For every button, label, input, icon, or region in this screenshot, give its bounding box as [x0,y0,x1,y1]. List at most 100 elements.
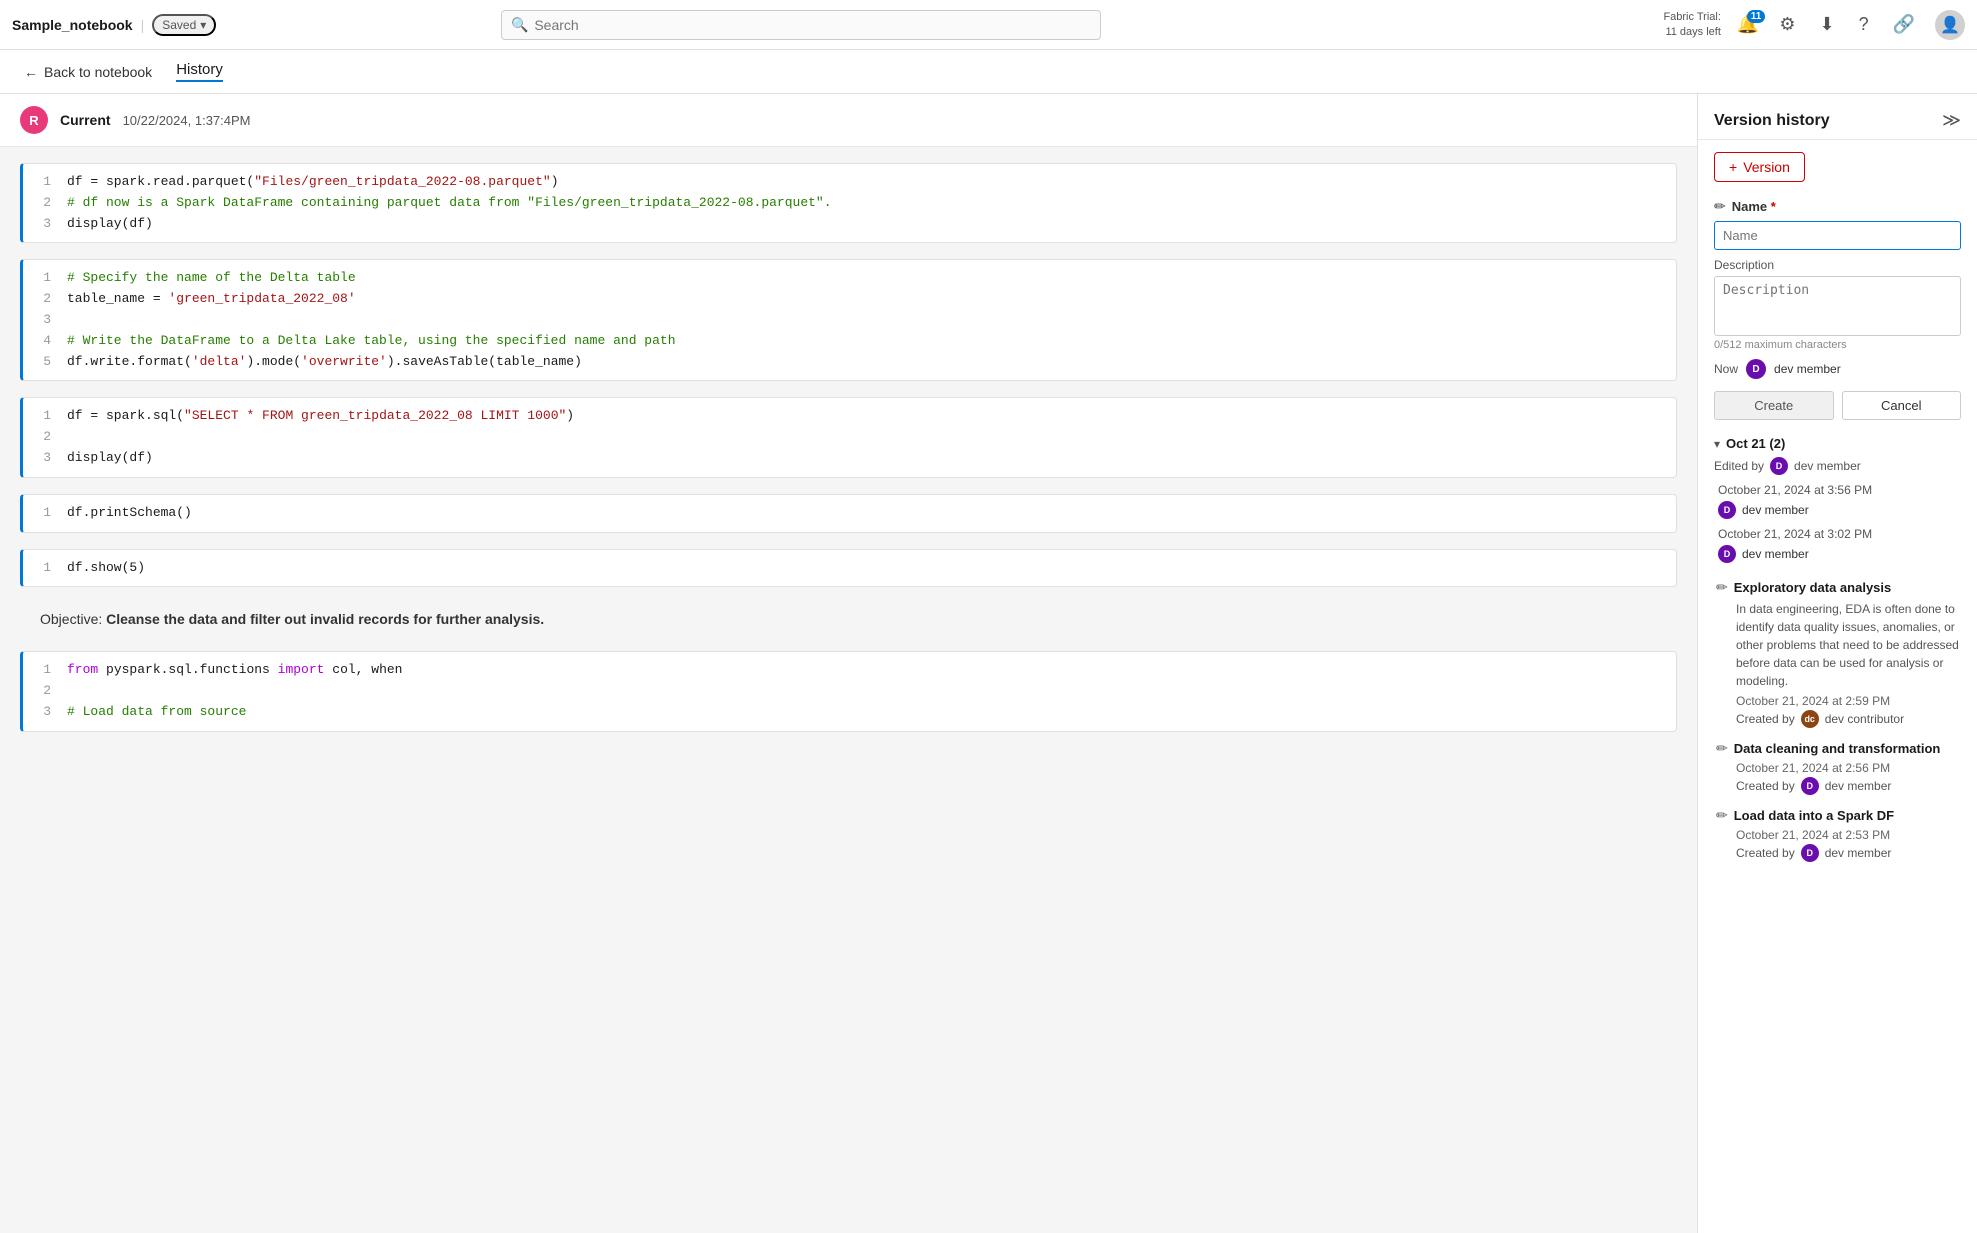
line-number: 3 [35,214,51,235]
cell-line: 3 # Load data from source [35,702,1664,723]
named-version-date: October 21, 2024 at 2:53 PM [1716,828,1961,842]
cells-container: 1 df = spark.read.parquet("Files/green_t… [0,147,1697,748]
line-number: 4 [35,331,51,352]
history-tab[interactable]: History [176,61,223,82]
named-version-cleaning: ✏ Data cleaning and transformation Octob… [1714,740,1961,795]
notebook-name: Sample_notebook [12,17,133,33]
dev-avatar-sm: D [1801,777,1819,795]
plus-icon: + [1729,159,1737,175]
entry-user: dev member [1742,503,1809,517]
code-cell-1: 1 df = spark.read.parquet("Files/green_t… [20,163,1677,243]
expand-panel-button[interactable]: ≫ [1942,110,1961,131]
back-to-notebook-label: Back to notebook [44,64,152,80]
search-bar: 🔍 [501,10,1101,40]
top-bar: Sample_notebook | Saved ▾ 🔍 Fabric Trial… [0,0,1977,50]
cell-line: 2 [35,681,1664,702]
line-number: 1 [35,406,51,427]
back-to-notebook-button[interactable]: ← Back to notebook [16,60,160,84]
line-number: 1 [35,503,51,524]
back-arrow-icon: ← [24,64,38,80]
cell-line: 1 df = spark.sql("SELECT * FROM green_tr… [35,406,1664,427]
line-number: 1 [35,558,51,579]
char-count: 0/512 maximum characters [1714,339,1961,351]
edit-icon: ✏ [1716,579,1728,596]
notebook-area: R Current 10/22/2024, 1:37:4PM 1 df = sp… [0,94,1697,1233]
notif-badge: 11 [1747,10,1766,23]
download-icon[interactable]: ⬇ [1815,10,1838,39]
objective-content: Cleanse the data and filter out invalid … [106,611,544,627]
code-cell-3: 1 df = spark.sql("SELECT * FROM green_tr… [20,397,1677,477]
created-by-label: Created by [1736,779,1795,793]
line-number: 1 [35,268,51,289]
editor-avatar: D [1770,457,1788,475]
cell-line: 3 [35,310,1664,331]
share-icon[interactable]: 🔗 [1889,10,1919,39]
top-bar-left: Sample_notebook | Saved ▾ [12,14,216,36]
now-label: Now [1714,362,1738,376]
entry-user-row: D dev member [1718,501,1961,519]
contributor-name: dev contributor [1825,712,1904,726]
name-section: ✏ Name * Description 0/512 maximum chara… [1714,198,1961,420]
oct21-history-group: ▾ Oct 21 (2) Edited by D dev member Octo… [1714,436,1961,563]
dev-member-name: dev member [1825,779,1892,793]
version-panel-body: + Version ✏ Name * Description 0/512 max… [1698,140,1977,1233]
cell-line: 1 # Specify the name of the Delta table [35,268,1664,289]
search-input[interactable] [501,10,1101,40]
code-cell-2: 1 # Specify the name of the Delta table … [20,259,1677,381]
named-version-title: Data cleaning and transformation [1734,741,1941,756]
cell-line: 4 # Write the DataFrame to a Delta Lake … [35,331,1664,352]
version-desc-textarea[interactable] [1714,276,1961,336]
second-bar: ← Back to notebook History [0,50,1977,94]
settings-icon[interactable]: ⚙ [1775,10,1799,39]
line-number: 2 [35,427,51,448]
entry-avatar: D [1718,501,1736,519]
history-entry-2: October 21, 2024 at 3:02 PM D dev member [1714,527,1961,563]
line-number: 5 [35,352,51,373]
named-version-title: Exploratory data analysis [1734,580,1892,595]
cell-line: 1 df = spark.read.parquet("Files/green_t… [35,172,1664,193]
named-version-load: ✏ Load data into a Spark DF October 21, … [1714,807,1961,862]
notifications-button[interactable]: 🔔 11 [1737,14,1759,35]
entry-date: October 21, 2024 at 3:56 PM [1718,483,1961,497]
avatar[interactable]: 👤 [1935,10,1965,40]
dev-avatar-sm: D [1801,844,1819,862]
add-version-button[interactable]: + Version [1714,152,1805,182]
add-version-label: Version [1743,159,1790,175]
dev-member-name: dev member [1774,362,1841,376]
created-by-label: Created by [1736,846,1795,860]
top-bar-right: Fabric Trial: 11 days left 🔔 11 ⚙ ⬇ ? 🔗 … [1663,10,1965,40]
objective-text: Objective: Cleanse the data and filter o… [20,603,1677,635]
named-version-title: Load data into a Spark DF [1734,808,1894,823]
oct21-group-title: Oct 21 (2) [1726,436,1785,451]
named-version-creator: Created by D dev member [1716,777,1961,795]
saved-label: Saved [162,18,196,32]
edit-icon: ✏ [1716,807,1728,824]
created-by-label: Created by [1736,712,1795,726]
editor-label: dev member [1794,459,1861,473]
saved-badge[interactable]: Saved ▾ [152,14,216,36]
objective-prefix: Objective: [40,611,106,627]
cell-line: 3 display(df) [35,448,1664,469]
contributor-avatar: dc [1801,710,1819,728]
name-label: Name * [1732,199,1776,214]
line-number: 2 [35,681,51,702]
dev-member-name: dev member [1825,846,1892,860]
cell-line: 1 from pyspark.sql.functions import col,… [35,660,1664,681]
version-name-input[interactable] [1714,221,1961,250]
cancel-version-button[interactable]: Cancel [1842,391,1962,420]
fabric-trial: Fabric Trial: 11 days left [1663,10,1720,39]
named-version-date: October 21, 2024 at 2:56 PM [1716,761,1961,775]
create-version-button[interactable]: Create [1714,391,1834,420]
help-icon[interactable]: ? [1855,10,1873,39]
code-cell-4: 1 df.printSchema() [20,494,1677,533]
current-version-date: 10/22/2024, 1:37:4PM [123,113,251,128]
version-panel-title: Version history [1714,112,1830,130]
name-section-header: ✏ Name * [1714,198,1961,215]
current-version-avatar: R [20,106,48,134]
version-panel: Version history ≫ + Version ✏ Name * Des… [1697,94,1977,1233]
named-version-creator: Created by dc dev contributor [1716,710,1961,728]
search-icon: 🔍 [511,16,528,33]
line-number: 3 [35,702,51,723]
current-version-label: Current [60,112,111,128]
version-panel-header: Version history ≫ [1698,94,1977,140]
